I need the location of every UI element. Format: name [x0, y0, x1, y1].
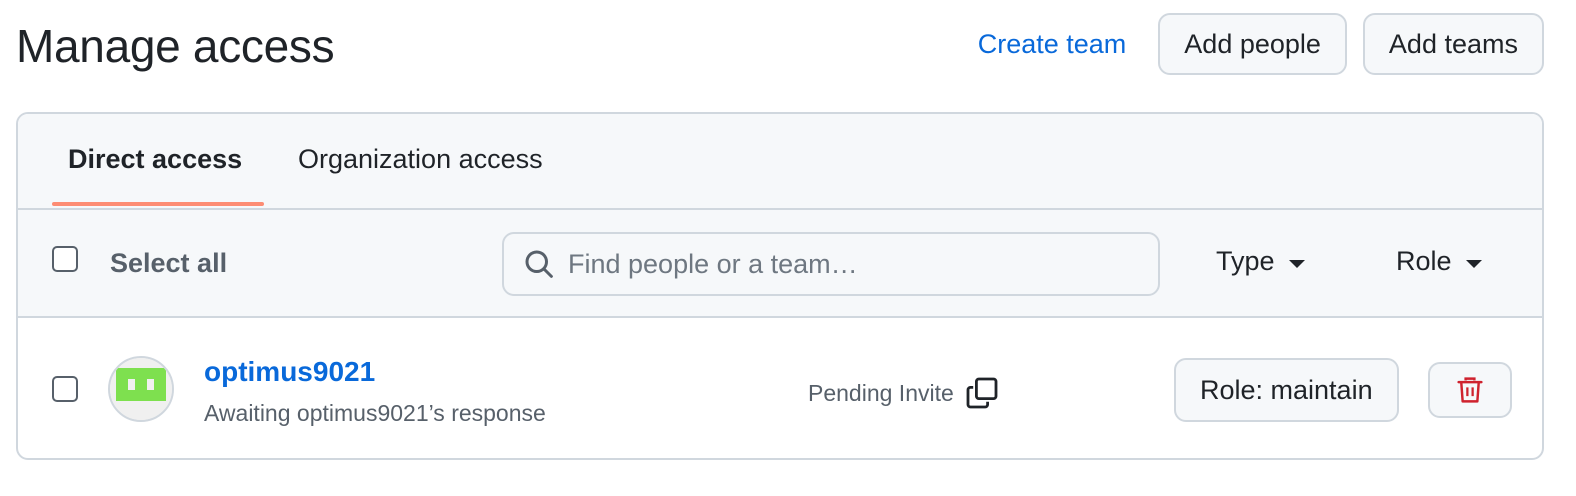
role-button[interactable]: Role: maintain [1174, 358, 1399, 422]
member-username-link[interactable]: optimus9021 [204, 356, 375, 388]
trash-icon [1457, 377, 1483, 403]
access-panel: Direct access Organization access Select… [16, 112, 1544, 460]
add-people-button[interactable]: Add people [1158, 13, 1347, 75]
type-filter-label: Type [1216, 246, 1275, 276]
role-filter-dropdown[interactable]: Role [1396, 246, 1482, 277]
pending-invite-label: Pending Invite [808, 379, 954, 406]
member-checkbox[interactable] [52, 376, 78, 402]
create-team-link[interactable]: Create team [978, 29, 1127, 60]
members-toolbar: Select all Find people or a team… Type R… [18, 210, 1542, 318]
select-all-label: Select all [110, 248, 228, 278]
identicon-icon [110, 358, 172, 420]
search-placeholder: Find people or a team… [568, 248, 858, 279]
chevron-down-icon [1465, 259, 1482, 268]
remove-member-button[interactable] [1428, 362, 1512, 418]
header-actions: Create team Add people Add teams [978, 12, 1544, 76]
role-filter-label: Role [1396, 246, 1452, 276]
page-title: Manage access [16, 20, 335, 72]
search-input[interactable]: Find people or a team… [502, 232, 1160, 296]
member-row: optimus9021 Awaiting optimus9021’s respo… [18, 318, 1542, 458]
pending-invite: Pending Invite [808, 376, 1000, 410]
chevron-down-icon [1288, 259, 1305, 268]
search-icon [522, 247, 556, 281]
add-teams-button[interactable]: Add teams [1362, 13, 1544, 75]
avatar[interactable] [108, 356, 174, 422]
active-tab-indicator [52, 202, 264, 206]
select-all-checkbox[interactable] [52, 246, 78, 272]
copy-icon[interactable] [966, 376, 1000, 410]
access-tabs: Direct access Organization access [18, 114, 1542, 210]
type-filter-dropdown[interactable]: Type [1216, 246, 1305, 277]
tab-organization-access[interactable]: Organization access [298, 144, 543, 175]
tab-direct-access[interactable]: Direct access [68, 144, 242, 175]
member-status-subtitle: Awaiting optimus9021’s response [204, 400, 546, 426]
